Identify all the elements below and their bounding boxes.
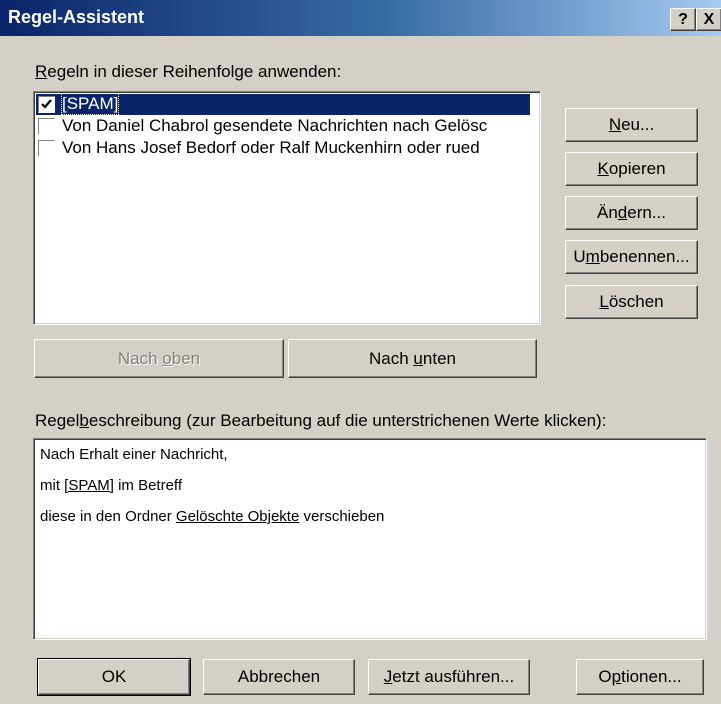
target-folder-link[interactable]: Gelöschte Objekte xyxy=(176,508,299,525)
delete-rule-button[interactable]: Löschen xyxy=(565,285,698,319)
rule-label: [SPAM] xyxy=(60,94,120,115)
rules-list-label: Regeln in dieser Reihenfolge anwenden: xyxy=(35,62,342,81)
rule-row[interactable]: [SPAM] xyxy=(36,94,530,115)
spam-condition-link[interactable]: [SPAM] xyxy=(64,477,114,494)
rule-checkbox[interactable] xyxy=(38,140,55,157)
rule-label: Von Hans Josef Bedorf oder Ralf Muckenhi… xyxy=(62,138,480,157)
question-mark-icon: ? xyxy=(678,11,688,28)
checkmark-icon xyxy=(41,99,52,109)
ok-button[interactable]: OK xyxy=(37,658,191,696)
rule-checkbox[interactable] xyxy=(38,96,55,113)
move-up-button[interactable]: Nach oben xyxy=(34,339,284,378)
rule-row[interactable]: Von Daniel Chabrol gesendete Nachrichten… xyxy=(36,116,536,137)
change-rule-button[interactable]: Ändern... xyxy=(565,196,698,230)
rule-checkbox[interactable] xyxy=(38,118,55,135)
new-rule-button[interactable]: Neu... xyxy=(565,108,698,142)
description-line: diese in den Ordner Gelöschte Objekte ve… xyxy=(40,508,385,525)
copy-rule-button[interactable]: Kopieren xyxy=(565,152,698,186)
cancel-button[interactable]: Abbrechen xyxy=(203,659,355,695)
rule-row[interactable]: Von Hans Josef Bedorf oder Ralf Muckenhi… xyxy=(36,138,536,159)
description-line: mit [SPAM] im Betreff xyxy=(40,477,182,494)
description-line: Nach Erhalt einer Nachricht, xyxy=(40,446,228,463)
window-title: Regel-Assistent xyxy=(8,7,145,27)
title-bar[interactable]: Regel-Assistent ? X xyxy=(0,0,721,36)
rule-description-label: Regelbeschreibung (zur Bearbeitung auf d… xyxy=(35,411,607,430)
run-now-button[interactable]: Jetzt ausführen... xyxy=(368,659,530,695)
rename-rule-button[interactable]: Umbenennen... xyxy=(565,240,698,274)
rules-list[interactable]: [SPAM] Von Daniel Chabrol gesendete Nach… xyxy=(33,91,541,325)
rule-description-box: Nach Erhalt einer Nachricht, mit [SPAM] … xyxy=(33,438,707,640)
rule-label: Von Daniel Chabrol gesendete Nachrichten… xyxy=(62,116,488,135)
move-down-button[interactable]: Nach unten xyxy=(288,339,537,378)
options-button[interactable]: Optionen... xyxy=(576,659,704,695)
help-button[interactable]: ? xyxy=(670,8,696,31)
close-icon: X xyxy=(703,11,715,28)
close-button[interactable]: X xyxy=(696,8,721,31)
